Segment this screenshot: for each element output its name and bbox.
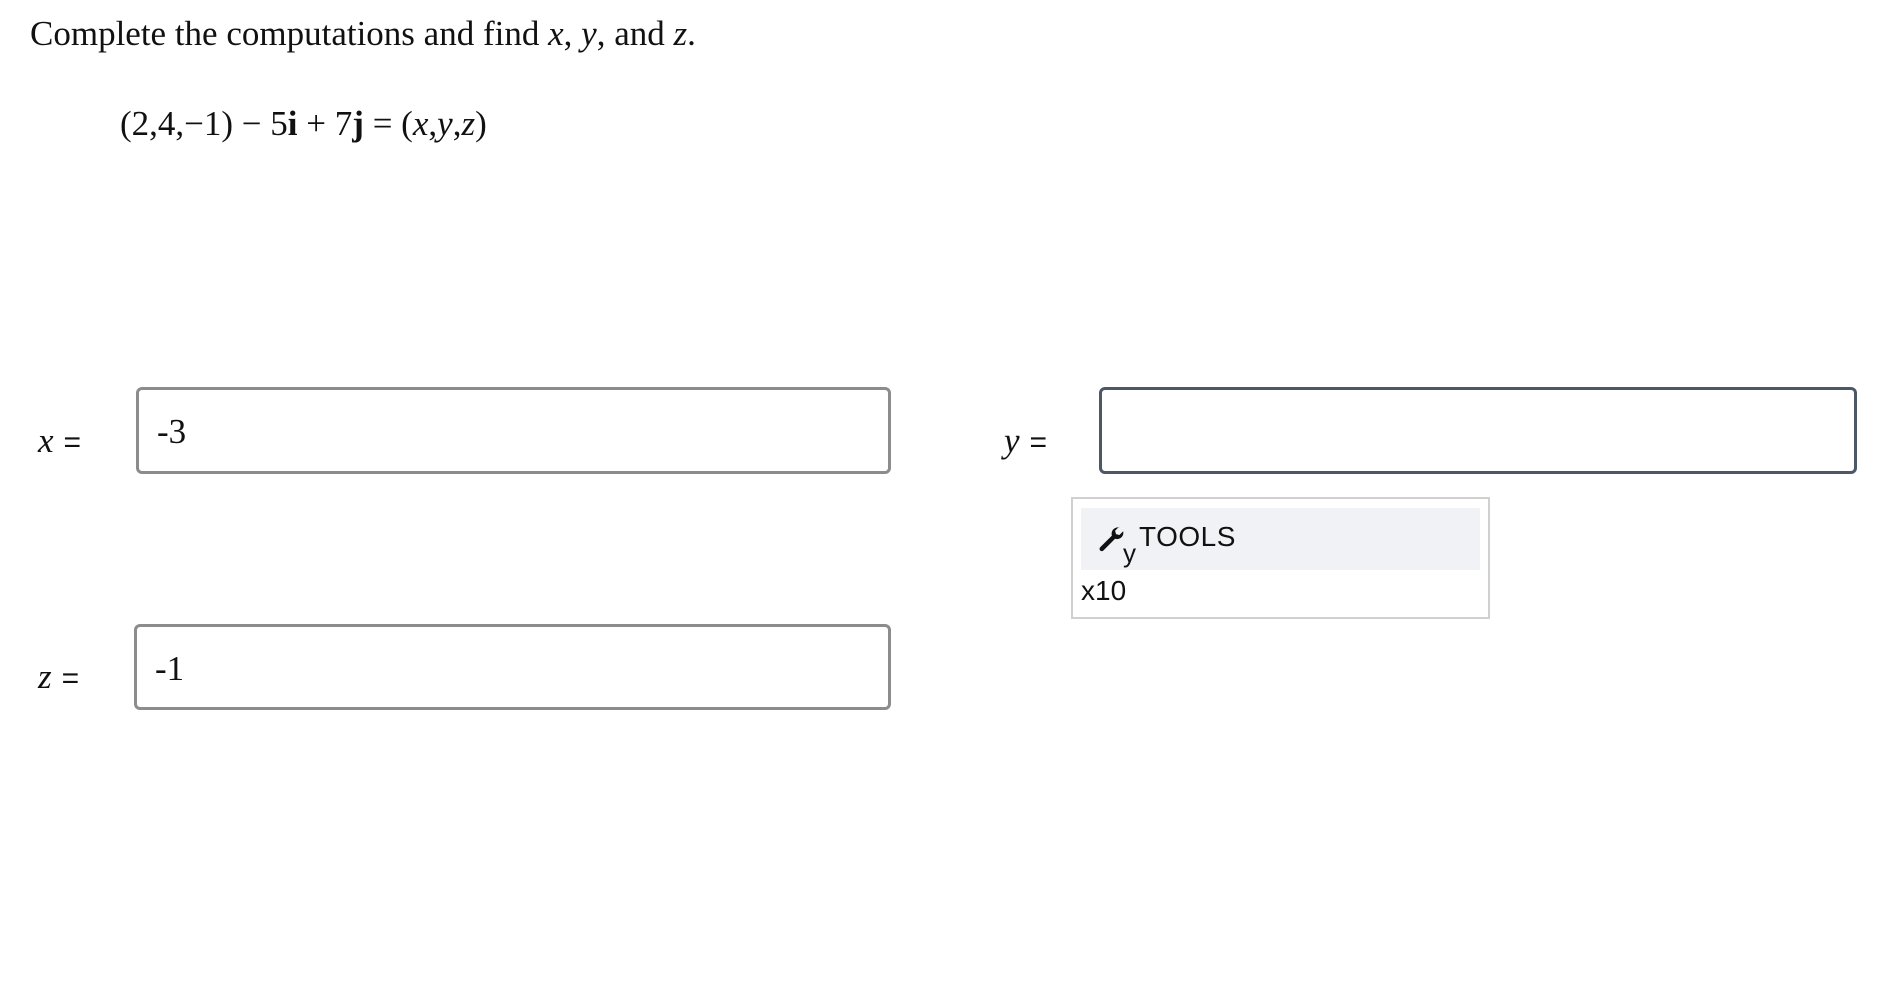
times-ten-button[interactable]: x10 xyxy=(1081,574,1126,608)
tools-button[interactable]: y TOOLS xyxy=(1081,508,1480,570)
prompt-prefix: Complete the computations and find xyxy=(30,14,549,53)
z-field-label: z = xyxy=(38,657,79,699)
z-answer-field[interactable]: -1 xyxy=(134,624,891,710)
equation-plus: + 7 xyxy=(297,104,353,143)
y-field-label: y = xyxy=(1004,421,1047,463)
equation-x: x xyxy=(412,104,429,143)
y-label-var: y xyxy=(1004,421,1020,460)
equation-left: (2,4,−1) − 5 xyxy=(120,104,288,143)
prompt-var-y: y xyxy=(581,14,597,53)
x-field-label: x = xyxy=(38,421,81,463)
y-answer-field[interactable] xyxy=(1099,387,1857,474)
z-answer-value: -1 xyxy=(155,649,185,688)
equation-y: y xyxy=(437,104,453,143)
question-prompt: Complete the computations and find x, y,… xyxy=(30,12,696,56)
prompt-comma-2: , and xyxy=(596,14,674,53)
prompt-var-x: x xyxy=(548,14,564,53)
prompt-var-z: z xyxy=(673,14,688,53)
equation-comma-1: , xyxy=(428,104,438,143)
x-label-equals: = xyxy=(63,426,82,459)
z-label-var: z xyxy=(38,657,52,696)
tools-label: TOOLS xyxy=(1139,521,1236,552)
unit-vector-j: j xyxy=(352,104,364,143)
unit-vector-i: i xyxy=(287,104,298,143)
vector-equation: (2,4,−1) − 5i + 7j = (x,y,z) xyxy=(120,102,487,146)
y-label-equals: = xyxy=(1029,426,1048,459)
x-label-var: x xyxy=(38,421,54,460)
equation-z: z xyxy=(461,104,476,143)
wrench-icon xyxy=(1099,526,1124,552)
tools-popup: y TOOLS x10 xyxy=(1071,497,1490,619)
prompt-suffix: . xyxy=(687,14,696,53)
x-answer-field[interactable]: -3 xyxy=(136,387,891,474)
equation-equals: = ( xyxy=(363,104,413,143)
prompt-comma-1: , xyxy=(563,14,582,53)
subscript-y-label: y xyxy=(1123,538,1136,568)
equation-close: ) xyxy=(475,104,487,143)
z-label-equals: = xyxy=(61,662,80,695)
x-answer-value: -3 xyxy=(157,412,187,451)
